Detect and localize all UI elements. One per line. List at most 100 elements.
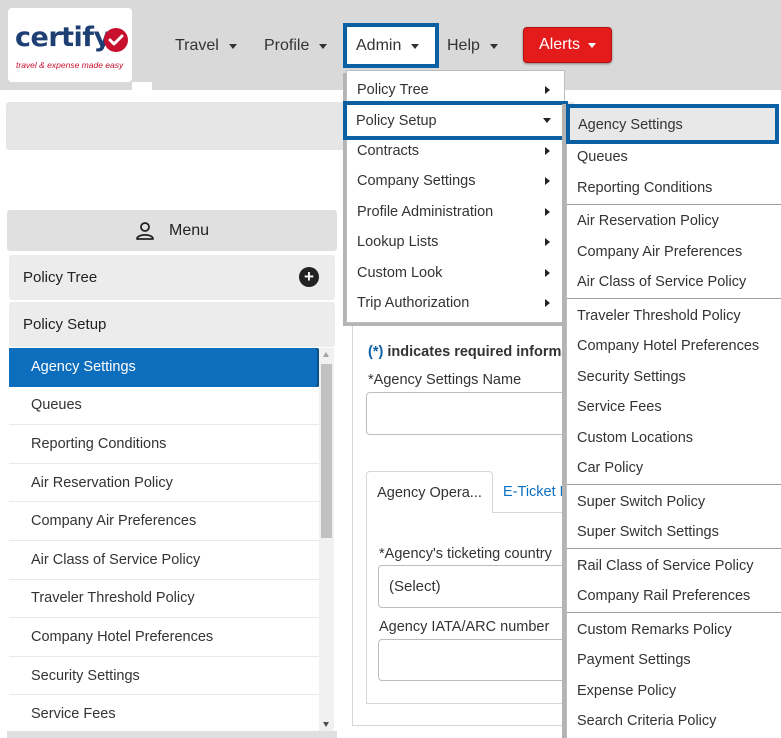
left-item-security-settings[interactable]: Security Settings: [9, 657, 319, 696]
admin-item-label: Trip Authorization: [357, 295, 470, 311]
sub-item-queues[interactable]: Queues: [567, 142, 781, 172]
list-item-label: Air Class of Service Policy: [31, 551, 201, 568]
list-item-label: Traveler Threshold Policy: [31, 590, 195, 607]
sub-item-label: Car Policy: [577, 460, 644, 476]
sub-item-agency-settings[interactable]: Agency Settings: [566, 104, 779, 144]
sub-item-label: Company Rail Preferences: [577, 588, 751, 604]
chevron-right-icon: [545, 299, 550, 307]
sub-item-label: Company Air Preferences: [577, 244, 743, 260]
alerts-button[interactable]: Alerts: [523, 27, 612, 63]
left-item-traveler-threshold-policy[interactable]: Traveler Threshold Policy: [9, 580, 319, 619]
policy-setup-list: Agency Settings Queues Reporting Conditi…: [9, 348, 319, 734]
admin-item-custom-look[interactable]: Custom Look: [347, 258, 564, 288]
section-policy-tree[interactable]: Policy Tree +: [9, 255, 335, 300]
iata-input[interactable]: [378, 639, 578, 681]
left-item-company-hotel-preferences[interactable]: Company Hotel Preferences: [9, 618, 319, 657]
nav-admin[interactable]: Admin: [356, 32, 420, 60]
left-item-queues[interactable]: Queues: [9, 387, 319, 426]
sub-item-label: Custom Locations: [577, 430, 694, 446]
sub-item-label: Rail Class of Service Policy: [577, 558, 754, 574]
header-divider: [132, 82, 152, 90]
left-item-service-fees[interactable]: Service Fees: [9, 695, 319, 734]
caret-down-icon: [587, 42, 596, 48]
admin-item-company-settings[interactable]: Company Settings: [347, 166, 564, 196]
submenu-separator: [567, 204, 781, 205]
admin-item-profile-administration[interactable]: Profile Administration: [347, 197, 564, 227]
left-item-agency-settings[interactable]: Agency Settings: [9, 348, 317, 387]
left-item-air-class-of-service-policy[interactable]: Air Class of Service Policy: [9, 541, 319, 580]
admin-item-policy-setup[interactable]: Policy Setup: [343, 101, 568, 140]
sub-item-security-settings[interactable]: Security Settings: [567, 362, 781, 392]
sub-item-agency-settings-row[interactable]: Agency Settings: [572, 110, 777, 140]
nav-help[interactable]: Help: [447, 32, 498, 60]
left-item-reporting-conditions[interactable]: Reporting Conditions: [9, 425, 319, 464]
sub-item-custom-remarks-policy[interactable]: Custom Remarks Policy: [567, 615, 781, 645]
tab-e-ticket[interactable]: E-Ticket R: [503, 484, 570, 500]
sub-item-service-fees[interactable]: Service Fees: [567, 392, 781, 422]
admin-item-trip-authorization[interactable]: Trip Authorization: [347, 288, 564, 318]
sub-item-label: Super Switch Policy: [577, 494, 706, 510]
admin-item-label: Lookup Lists: [357, 234, 439, 250]
nav-travel-label: Travel: [175, 37, 219, 54]
chevron-right-icon: [545, 86, 550, 94]
left-item-air-reservation-policy[interactable]: Air Reservation Policy: [9, 464, 319, 503]
logo-tagline: travel & expense made easy: [16, 60, 124, 70]
sub-item-company-hotel-preferences[interactable]: Company Hotel Preferences: [567, 331, 781, 361]
sub-item-air-reservation-policy[interactable]: Air Reservation Policy: [567, 206, 781, 236]
nav-profile[interactable]: Profile: [264, 32, 328, 60]
submenu-separator: [567, 298, 781, 299]
left-list-scrollbar[interactable]: [319, 348, 334, 731]
sub-item-company-rail-preferences[interactable]: Company Rail Preferences: [567, 581, 781, 611]
sub-item-super-switch-settings[interactable]: Super Switch Settings: [567, 517, 781, 547]
sub-item-label: Queues: [577, 149, 628, 165]
section-policy-setup[interactable]: Policy Setup: [9, 302, 335, 347]
settings-name-input[interactable]: [366, 392, 576, 435]
nav-travel[interactable]: Travel: [175, 32, 237, 60]
admin-item-contracts[interactable]: Contracts: [347, 136, 564, 166]
admin-item-policy-setup-row[interactable]: Policy Setup: [346, 105, 563, 136]
admin-item-label: Policy Setup: [356, 112, 437, 129]
sub-item-label: Payment Settings: [577, 652, 691, 668]
sub-item-label: Air Reservation Policy: [577, 213, 719, 229]
sub-item-rail-class-of-service-policy[interactable]: Rail Class of Service Policy: [567, 551, 781, 581]
sub-item-reporting-conditions[interactable]: Reporting Conditions: [567, 173, 781, 203]
list-item-label: Service Fees: [31, 706, 116, 723]
tab-agency-operations[interactable]: Agency Opera...: [366, 471, 493, 513]
scroll-down-icon[interactable]: [323, 722, 329, 727]
list-item-label: Air Reservation Policy: [31, 474, 173, 491]
sub-item-label: Search Criteria Policy: [577, 713, 717, 729]
logo-wordmark: certify: [15, 22, 111, 53]
menu-title: Menu: [168, 221, 210, 239]
certify-logo[interactable]: certify travel & expense made easy: [8, 8, 132, 82]
sub-item-super-switch-policy[interactable]: Super Switch Policy: [567, 487, 781, 517]
admin-item-lookup-lists[interactable]: Lookup Lists: [347, 227, 564, 257]
sub-item-traveler-threshold-policy[interactable]: Traveler Threshold Policy: [567, 301, 781, 331]
sub-item-car-policy[interactable]: Car Policy: [567, 453, 781, 483]
caret-down-icon: [411, 43, 420, 49]
admin-item-label: Contracts: [357, 143, 420, 159]
ticketing-country-select[interactable]: (Select): [378, 565, 578, 608]
user-icon: [136, 221, 154, 240]
list-item-label: Agency Settings: [31, 359, 136, 376]
sub-item-label: Service Fees: [577, 399, 662, 415]
scroll-up-icon[interactable]: [323, 352, 329, 357]
menu-header[interactable]: Menu: [7, 210, 337, 251]
left-item-company-air-preferences[interactable]: Company Air Preferences: [9, 502, 319, 541]
list-item-label: Company Air Preferences: [31, 513, 197, 530]
chevron-right-icon: [545, 269, 550, 277]
chevron-right-icon: [545, 147, 550, 155]
plus-circle-icon[interactable]: +: [299, 267, 319, 287]
sub-item-label: Security Settings: [577, 369, 686, 385]
sub-item-expense-policy[interactable]: Expense Policy: [567, 676, 781, 706]
sub-item-custom-locations[interactable]: Custom Locations: [567, 423, 781, 453]
sub-item-air-class-of-service-policy[interactable]: Air Class of Service Policy: [567, 267, 781, 297]
sub-item-search-criteria-policy[interactable]: Search Criteria Policy: [567, 706, 781, 736]
admin-item-label: Policy Tree: [357, 82, 429, 98]
sub-item-payment-settings[interactable]: Payment Settings: [567, 645, 781, 675]
sub-item-company-air-preferences[interactable]: Company Air Preferences: [567, 237, 781, 267]
nav-help-label: Help: [447, 37, 480, 54]
section-policy-tree-label: Policy Tree: [23, 269, 98, 286]
chevron-right-icon: [545, 177, 550, 185]
admin-item-label: Company Settings: [357, 173, 476, 189]
scroll-thumb[interactable]: [321, 364, 332, 538]
